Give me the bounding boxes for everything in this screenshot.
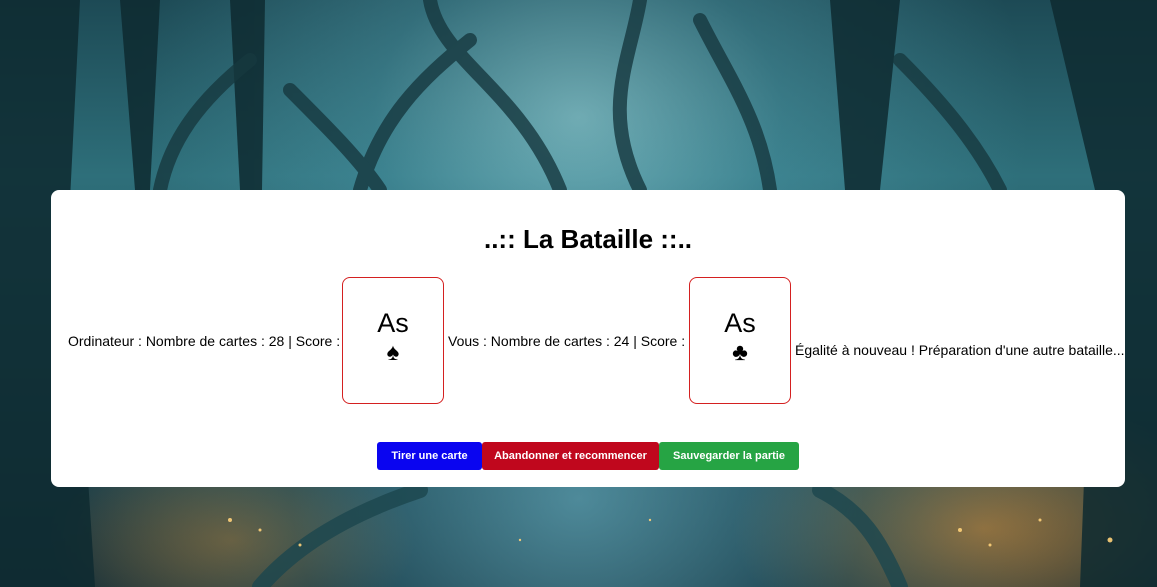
computer-card-rank: As	[377, 308, 409, 338]
computer-status: Ordinateur : Nombre de cartes : 28 | Sco…	[68, 333, 352, 349]
player-card: As ♣	[689, 277, 791, 404]
battle-message: Égalité à nouveau ! Préparation d'une au…	[795, 342, 1125, 358]
player-status: Vous : Nombre de cartes : 24 | Score : 2	[448, 333, 697, 349]
quit-restart-button[interactable]: Abandonner et recommencer	[482, 442, 659, 470]
player-card-rank: As	[724, 308, 756, 338]
action-buttons: Tirer une carte Abandonner et recommence…	[377, 442, 799, 470]
draw-card-button[interactable]: Tirer une carte	[377, 442, 482, 470]
game-panel: ..:: La Bataille ::.. Ordinateur : Nombr…	[51, 190, 1125, 487]
computer-card: As ♠	[342, 277, 444, 404]
game-title: ..:: La Bataille ::..	[483, 224, 693, 254]
battle-row: Ordinateur : Nombre de cartes : 28 | Sco…	[51, 277, 1125, 404]
club-icon: ♣	[732, 339, 748, 366]
spade-icon: ♠	[386, 339, 400, 366]
save-game-button[interactable]: Sauvegarder la partie	[659, 442, 799, 470]
